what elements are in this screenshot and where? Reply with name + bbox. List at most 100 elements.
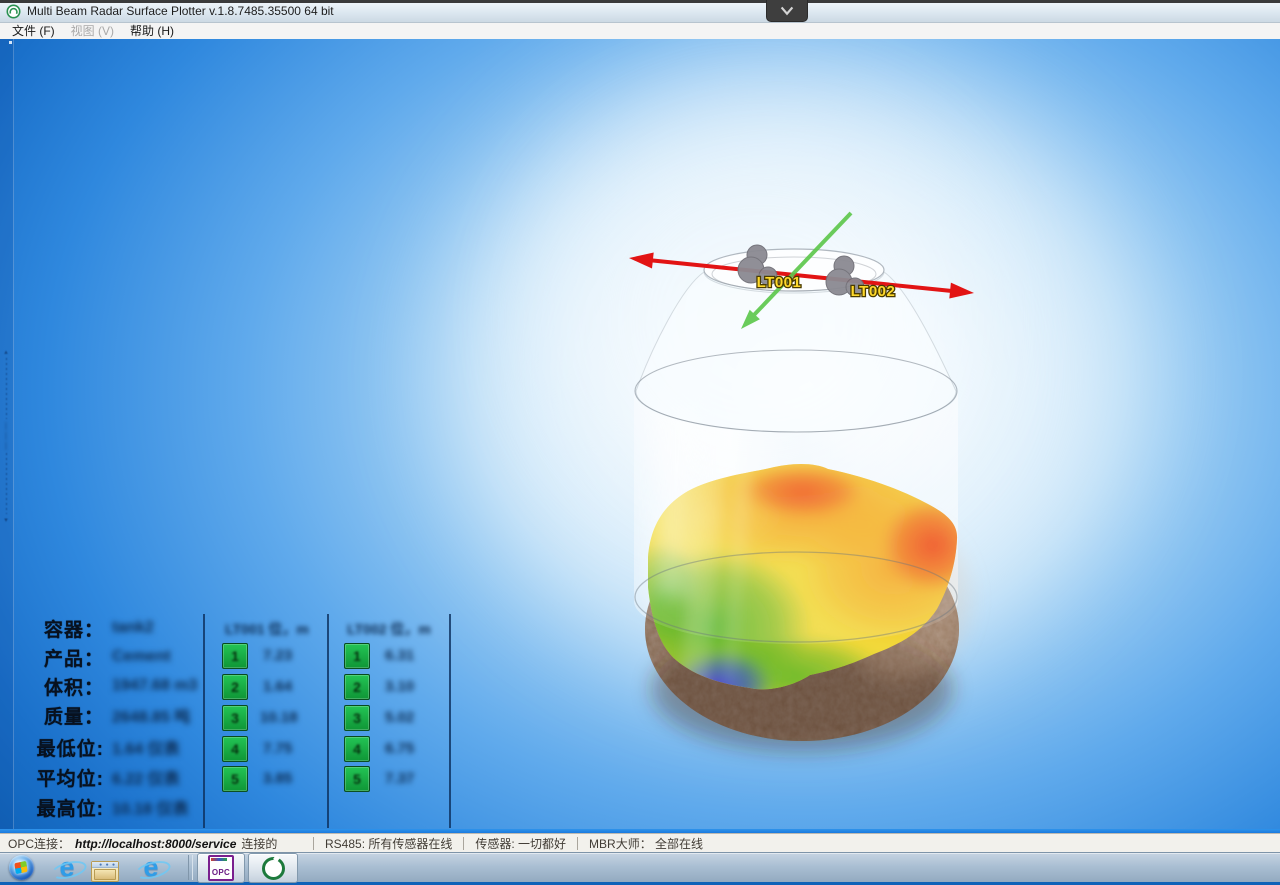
info-value-volume: 1947.68 m3 — [112, 677, 197, 695]
info-label-product: 产品： — [8, 644, 104, 671]
left-splitter-handle[interactable]: ▴ ❘❘❘ ▾ — [1, 348, 11, 524]
lt001-beam-value: 10.18 — [260, 709, 324, 726]
internet-explorer-button[interactable]: e — [52, 854, 82, 881]
lt001-beam-badge: 2 — [222, 674, 248, 700]
status-divider — [463, 837, 464, 850]
opc-icon-strip — [211, 858, 227, 861]
opc-app-icon: OPC — [208, 855, 234, 881]
lt001-beam-value: 1.64 — [263, 678, 327, 695]
status-opc-prefix: OPC连接： — [8, 835, 70, 852]
splitter-dash — [6, 453, 7, 514]
beam-number: 2 — [231, 679, 239, 695]
info-value-min-level: 1.64 仪表 — [112, 735, 180, 759]
status-divider — [577, 837, 578, 850]
splitter-grip: ❘❘❘ — [2, 421, 11, 451]
lt001-beam-value: 7.75 — [263, 740, 327, 757]
windows-flag-icon — [14, 861, 27, 874]
info-label-min-level: 最低位: — [8, 734, 104, 761]
ie-letter: e — [59, 854, 74, 881]
top-overlay-strip — [0, 0, 1280, 3]
taskbar-separator — [188, 855, 193, 880]
opc-app-button[interactable]: OPC — [197, 853, 245, 883]
app-logo-icon — [6, 4, 21, 19]
status-opc-state: 连接的 — [241, 835, 277, 852]
info-value-mass: 2648.85 吨 — [112, 703, 190, 727]
sensor-label-lt001: LT001 — [757, 274, 802, 291]
lt002-beam-value: 6.31 — [385, 647, 449, 664]
beam-number: 3 — [231, 710, 239, 726]
status-bar: OPC连接： http://localhost:8000/service 连接的… — [0, 833, 1280, 853]
tank-3d-scene: LT001 LT002 — [0, 39, 1280, 830]
info-row-volume: 体积： 1947.68 m3 — [8, 674, 197, 698]
title-bar: Multi Beam Radar Surface Plotter v.1.8.7… — [0, 0, 1280, 23]
lt002-beam-value: 3.10 — [385, 678, 449, 695]
lt001-column-header: LT001 位，m — [208, 619, 326, 639]
beam-number: 1 — [353, 648, 361, 664]
windows-start-button[interactable] — [6, 854, 36, 881]
info-value-product: Cement — [112, 648, 171, 666]
info-label-container-name: 容器： — [8, 615, 104, 642]
internet-explorer-icon: e — [138, 855, 164, 881]
info-row-min-level: 最低位: 1.64 仪表 — [8, 735, 180, 759]
sensor-label-lt002: LT002 — [851, 283, 896, 300]
internet-explorer-button-2[interactable]: e — [136, 854, 166, 881]
info-row-product: 产品： Cement — [8, 645, 171, 669]
lt002-beam-value: 5.02 — [385, 709, 449, 726]
radar-app-icon — [262, 857, 285, 880]
status-opc-url: http://localhost:8000/service — [75, 837, 236, 851]
info-label-volume: 体积： — [8, 673, 104, 700]
taskbar: e ● ● ● e OPC — [0, 852, 1280, 882]
status-sensors: 传感器: 一切都好 — [473, 835, 568, 852]
file-explorer-icon: ● ● ● — [91, 861, 119, 882]
splitter-dash — [6, 358, 7, 419]
splitter-down-icon: ▾ — [4, 516, 8, 524]
lt001-beam-badge: 3 — [222, 705, 248, 731]
beam-number: 4 — [231, 741, 239, 757]
lt001-beam-badge: 5 — [222, 766, 248, 792]
window-title: Multi Beam Radar Surface Plotter v.1.8.7… — [27, 4, 334, 18]
lt002-beam-badge: 3 — [344, 705, 370, 731]
chevron-down-button[interactable] — [766, 0, 808, 22]
lt002-beam-value: 6.75 — [385, 740, 449, 757]
lt001-beam-value: 3.85 — [263, 770, 327, 787]
ie-letter: e — [143, 854, 158, 881]
menu-bar: 文件 (F) 视图 (V) 帮助 (H) — [0, 23, 1280, 40]
folder-buttons: ● ● ● — [99, 863, 116, 867]
corner-dot — [9, 41, 12, 44]
lt002-beam-value: 7.37 — [385, 770, 449, 787]
menu-help[interactable]: 帮助 (H) — [122, 23, 182, 39]
status-rs485: RS485: 所有传感器在线 — [323, 835, 454, 852]
info-value-container-name: tank2 — [112, 619, 154, 637]
beam-number: 5 — [353, 771, 361, 787]
folder-front — [94, 869, 116, 880]
viewport-3d[interactable]: LT001 LT002 ▴ ❘❘❘ ▾ — [0, 39, 1280, 830]
info-row-max-level: 最高位: 10.18 仪表 — [8, 795, 189, 819]
chevron-down-icon — [778, 4, 796, 18]
lt002-beam-badge: 5 — [344, 766, 370, 792]
opc-icon-label: OPC — [212, 868, 230, 877]
info-label-max-level: 最高位: — [8, 794, 104, 821]
menu-file[interactable]: 文件 (F) — [4, 23, 63, 39]
windows-start-icon — [9, 855, 34, 880]
column-separator — [449, 614, 451, 828]
lt001-beam-value: 7.23 — [263, 647, 327, 664]
info-value-max-level: 10.18 仪表 — [112, 795, 189, 819]
lt002-beam-badge: 4 — [344, 736, 370, 762]
internet-explorer-icon: e — [54, 855, 80, 881]
lt002-beam-badge: 1 — [344, 643, 370, 669]
status-mbr-master: MBR大师： 全部在线 — [587, 835, 705, 852]
radar-app-button[interactable] — [248, 853, 298, 883]
info-label-mass: 质量： — [8, 702, 104, 729]
lt002-beam-badge: 2 — [344, 674, 370, 700]
splitter-up-icon: ▴ — [4, 348, 8, 356]
column-separator — [203, 614, 205, 828]
lt001-beam-badge: 1 — [222, 643, 248, 669]
info-row-container: 容器： tank2 — [8, 616, 154, 640]
info-label-avg-level: 平均位: — [8, 764, 104, 791]
lt002-column-header: LT002 位，m — [330, 619, 448, 639]
status-divider — [313, 837, 314, 850]
beam-number: 1 — [231, 648, 239, 664]
menu-view: 视图 (V) — [63, 23, 122, 39]
info-value-avg-level: 6.22 仪表 — [112, 765, 180, 789]
beam-number: 3 — [353, 710, 361, 726]
